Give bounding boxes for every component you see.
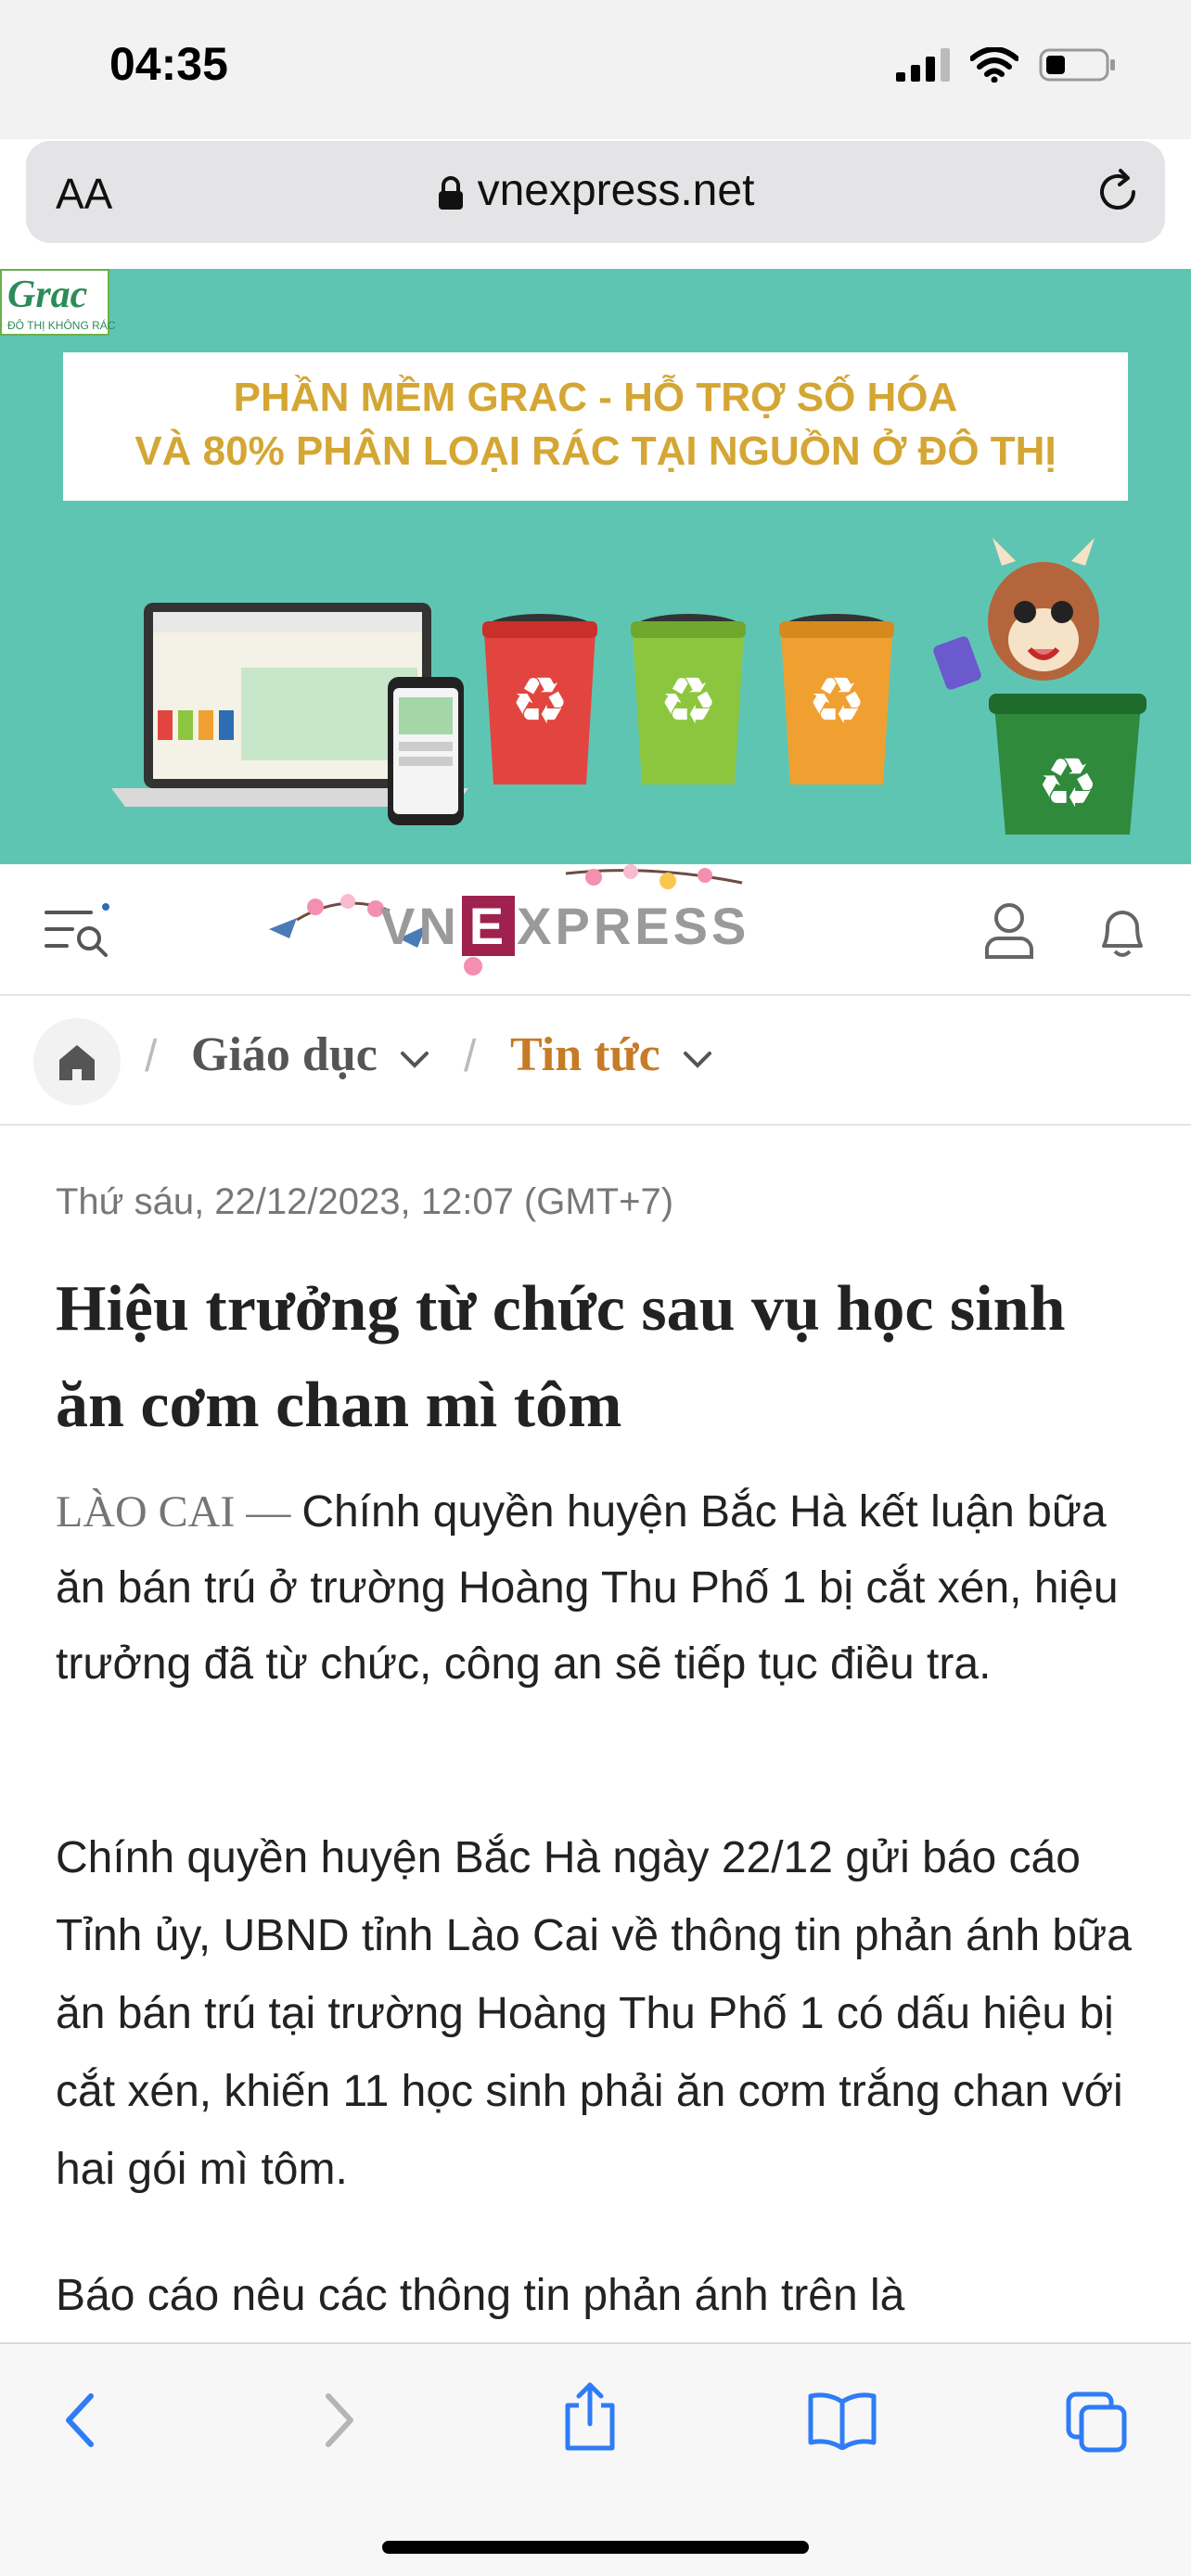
home-button[interactable] bbox=[33, 1018, 121, 1105]
user-icon[interactable] bbox=[983, 901, 1035, 961]
chevron-down-icon bbox=[683, 1052, 711, 1068]
ad-illustration: ♻ ♻ ♻ ♻ bbox=[111, 538, 1146, 835]
site-logo[interactable]: VN E XPRESS bbox=[380, 896, 749, 956]
home-indicator bbox=[382, 2541, 809, 2554]
url-domain: vnexpress.net bbox=[477, 166, 755, 215]
breadcrumb-item-label: Tin tức bbox=[510, 1028, 660, 1081]
status-icons bbox=[896, 46, 1117, 83]
site-header: VN E XPRESS bbox=[0, 864, 1191, 996]
breadcrumb-item-giao-duc[interactable]: Giáo dục bbox=[191, 1027, 430, 1082]
orange-bin-icon: ♻ bbox=[779, 614, 894, 784]
browser-toolbar bbox=[0, 2342, 1191, 2576]
green-bin-icon: ♻ bbox=[631, 614, 746, 784]
breadcrumb-separator: / bbox=[464, 1032, 477, 1081]
article-location-dash: — bbox=[235, 1487, 302, 1537]
breadcrumb: / Giáo dục / Tin tức bbox=[0, 998, 1191, 1126]
svg-text:♻: ♻ bbox=[808, 663, 866, 739]
logo-prefix: VN bbox=[380, 897, 460, 955]
wifi-icon bbox=[970, 47, 1018, 83]
breadcrumb-item-label: Giáo dục bbox=[191, 1028, 378, 1081]
reload-icon[interactable] bbox=[1093, 167, 1143, 217]
mascot-bin-icon: ♻ bbox=[933, 538, 1146, 835]
logo-suffix: XPRESS bbox=[517, 897, 750, 955]
red-bin-icon: ♻ bbox=[482, 614, 597, 784]
share-icon[interactable] bbox=[560, 2381, 620, 2452]
forward-icon[interactable] bbox=[321, 2391, 358, 2450]
menu-search-icon[interactable] bbox=[45, 903, 111, 959]
tabs-icon[interactable] bbox=[1065, 2391, 1130, 2455]
svg-text:♻: ♻ bbox=[1037, 744, 1098, 823]
svg-text:♻: ♻ bbox=[660, 663, 718, 739]
article-paragraph: Chính quyền huyện Bắc Hà ngày 22/12 gửi … bbox=[56, 1833, 1132, 2194]
notification-bell-icon[interactable] bbox=[1095, 901, 1150, 961]
battery-icon bbox=[1039, 48, 1115, 82]
url-display[interactable]: vnexpress.net bbox=[26, 165, 1165, 216]
lock-icon bbox=[438, 176, 463, 210]
back-icon[interactable] bbox=[61, 2391, 98, 2450]
status-time: 04:35 bbox=[109, 38, 228, 90]
home-icon bbox=[59, 1045, 95, 1080]
breadcrumb-item-tin-tuc[interactable]: Tin tức bbox=[510, 1027, 713, 1082]
svg-text:♻: ♻ bbox=[511, 663, 570, 739]
chevron-down-icon bbox=[400, 1052, 429, 1068]
article-date: Thứ sáu, 22/12/2023, 12:07 (GMT+7) bbox=[56, 1181, 674, 1222]
logo-e: E bbox=[461, 896, 516, 956]
address-bar[interactable]: AA vnexpress.net bbox=[26, 141, 1165, 243]
article-title: Hiệu trưởng từ chức sau vụ học sinh ăn c… bbox=[56, 1273, 1066, 1441]
breadcrumb-separator: / bbox=[145, 1032, 158, 1081]
ad-banner[interactable]: Grac ĐÔ THỊ KHÔNG RÁC PHẦN MỀM GRAC - HỖ… bbox=[0, 269, 1191, 864]
cellular-signal-icon bbox=[896, 48, 950, 82]
phone-image bbox=[388, 677, 464, 825]
bookmarks-icon[interactable] bbox=[807, 2391, 877, 2450]
status-bar: 04:35 bbox=[0, 0, 1191, 139]
article-location: LÀO CAI bbox=[56, 1487, 236, 1537]
article-paragraph: Báo cáo nêu các thông tin phản ánh trên … bbox=[56, 2271, 905, 2320]
article-lead: LÀO CAI — Chính quyền huyện Bắc Hà kết l… bbox=[56, 1474, 1150, 1702]
